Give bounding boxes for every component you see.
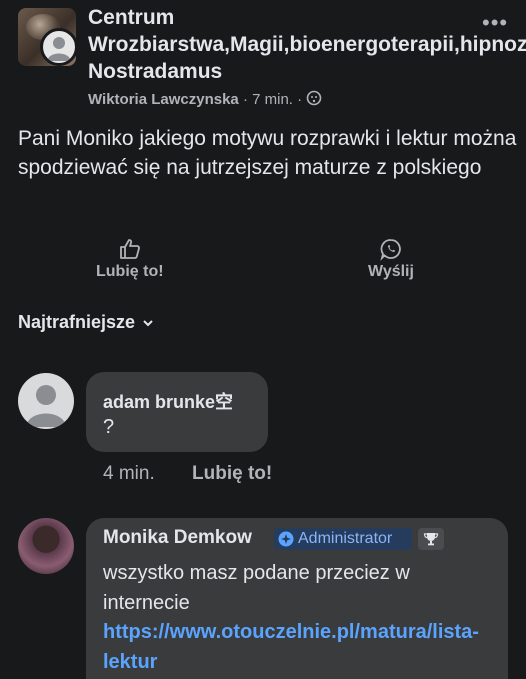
comment-like-button[interactable]: Lubię to! [192, 463, 272, 485]
post-meta: Wiktoria Lawczynska · 7 min. · [88, 90, 322, 108]
admin-badge: Administrator [274, 528, 412, 550]
comment-author[interactable]: Monika Demkow [103, 527, 252, 549]
author-avatar[interactable] [40, 28, 78, 66]
sort-dropdown[interactable]: Najtrafniejsze [18, 312, 155, 333]
comment-time[interactable]: 4 min. [103, 463, 155, 485]
commenter-avatar[interactable] [18, 373, 74, 429]
more-options-icon[interactable]: ••• [482, 10, 508, 36]
like-button[interactable]: Lubię to! [96, 237, 164, 281]
admin-badge-label: Administrator [298, 530, 393, 547]
comment-author[interactable]: adam brunke空 [103, 388, 233, 414]
post-text: Pani Moniko jakiego motywu rozprawki i l… [18, 127, 517, 179]
meta-separator: · [242, 91, 248, 108]
trophy-icon [418, 528, 444, 550]
thumbs-up-icon [119, 239, 140, 259]
meta-separator: · [297, 91, 303, 108]
admin-shield-icon [278, 531, 294, 547]
post-author[interactable]: Wiktoria Lawczynska [88, 91, 239, 108]
send-button[interactable]: Wyślij [368, 237, 414, 281]
default-user-icon [26, 385, 66, 427]
comment-link[interactable]: https://www.otouczelnie.pl/matura/lista-… [103, 617, 493, 677]
comment-text: wszystko masz podane przeciez w internec… [103, 562, 410, 614]
send-label: Wyślij [368, 263, 414, 280]
group-name[interactable]: Centrum Wrozbiarstwa,Magii,bioenergotera… [88, 4, 526, 85]
comment-text: ? [103, 416, 115, 438]
commenter-avatar[interactable] [18, 518, 74, 574]
chevron-down-icon [143, 319, 153, 326]
sort-label: Najtrafniejsze [18, 312, 136, 332]
post-time[interactable]: 7 min. [252, 91, 293, 108]
audience-icon [306, 90, 322, 108]
like-label: Lubię to! [96, 263, 164, 280]
default-user-icon [47, 37, 71, 61]
whatsapp-icon [380, 239, 401, 261]
